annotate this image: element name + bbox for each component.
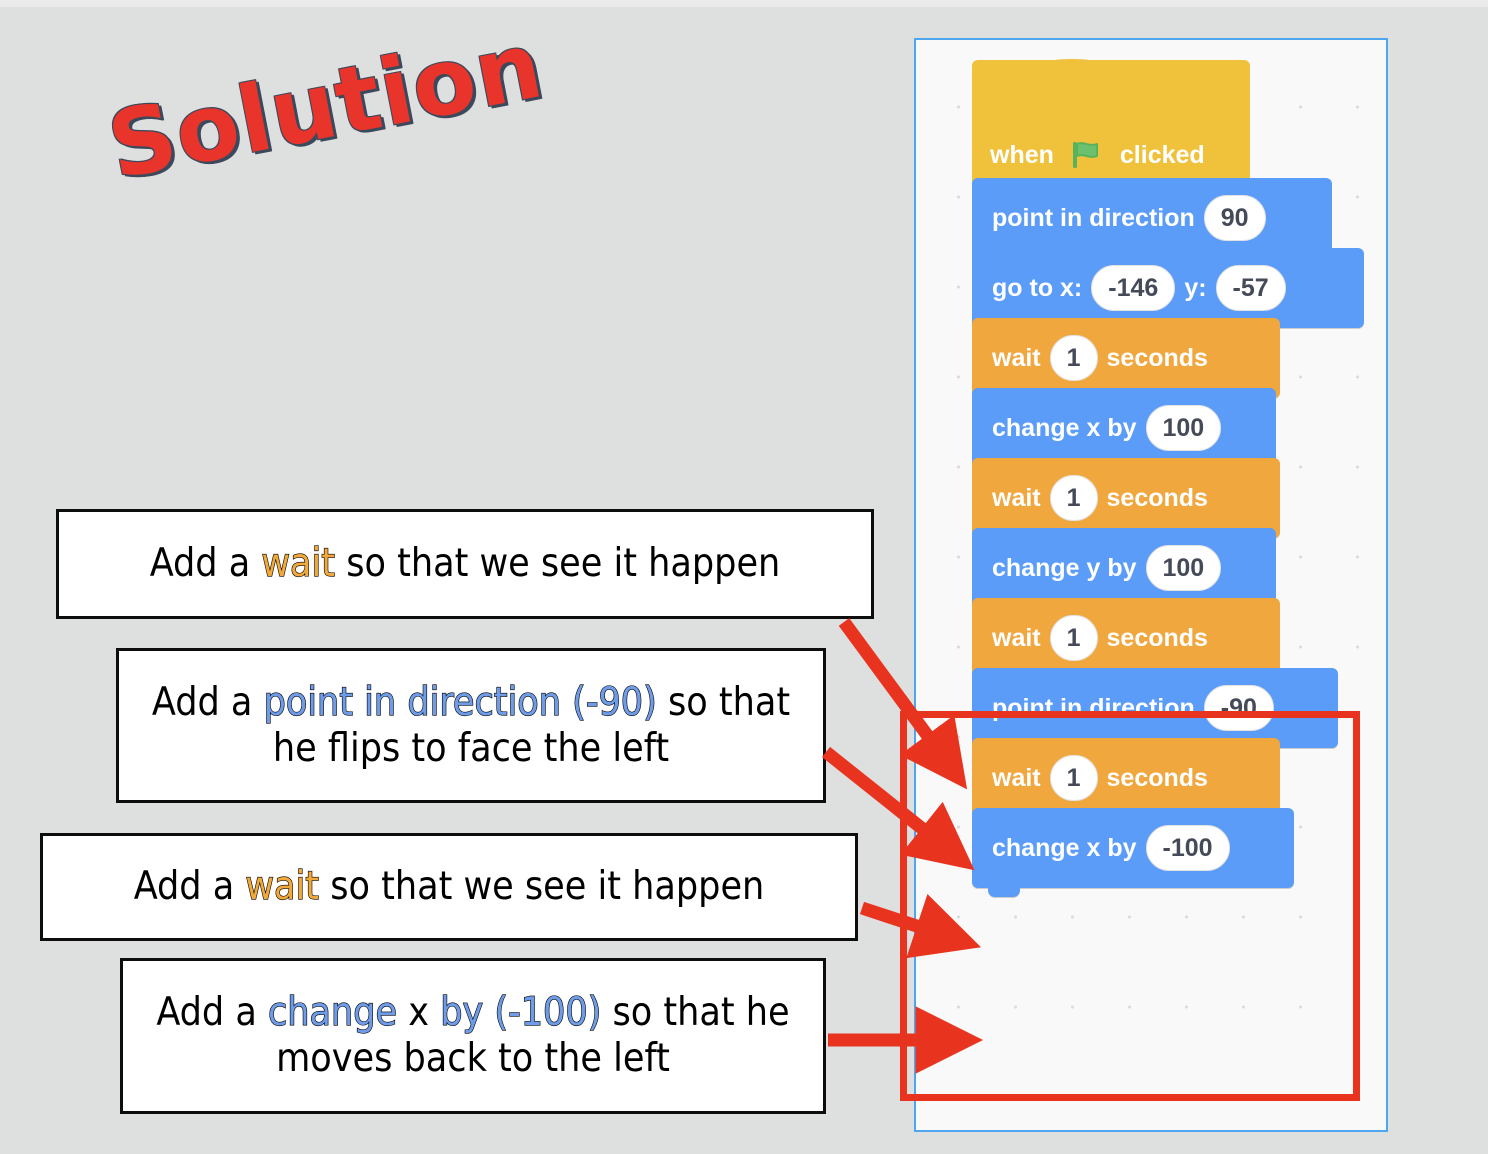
block-wait-1-a[interactable]: wait 1 seconds	[972, 318, 1280, 407]
wait-seconds-input[interactable]: 1	[1049, 615, 1098, 661]
block-label: change x by	[992, 413, 1137, 442]
block-label: wait	[992, 483, 1041, 512]
y-input[interactable]: -57	[1215, 265, 1286, 311]
block-label: wait	[992, 763, 1041, 792]
scratch-code-canvas[interactable]: when clicked point in direction 90 go to…	[914, 38, 1388, 1132]
callout-part-plain: so that we see it happen	[319, 864, 765, 910]
page-title: Solution	[100, 11, 552, 201]
callout-part-plain: so that we see it happen	[335, 541, 781, 587]
block-label-y: y:	[1184, 273, 1207, 302]
callout-text: Add a point in direction (-90) so that h…	[133, 679, 809, 771]
direction-input[interactable]: -90	[1203, 685, 1274, 731]
direction-input[interactable]: 90	[1203, 195, 1266, 241]
callout-text: Add a wait so that we see it happen	[150, 541, 781, 587]
callout-point-in-direction: Add a point in direction (-90) so that h…	[116, 648, 826, 803]
slide-canvas: Solution when clicked point in direction…	[0, 0, 1488, 1154]
block-when-flag-clicked[interactable]: when clicked	[972, 59, 1250, 197]
change-x-input[interactable]: 100	[1145, 405, 1222, 451]
block-label-seconds: seconds	[1106, 483, 1208, 512]
callout-text: Add a wait so that we see it happen	[134, 864, 765, 910]
callout-part-plain: Add a	[151, 679, 264, 725]
top-strip	[0, 0, 1488, 7]
green-flag-icon	[1070, 140, 1104, 170]
block-label: wait	[992, 623, 1041, 652]
wait-seconds-input[interactable]: 1	[1049, 335, 1098, 381]
script-stack[interactable]: when clicked point in direction 90 go to…	[972, 59, 1364, 897]
block-wait-1-c[interactable]: wait 1 seconds	[972, 598, 1280, 687]
block-label-clicked: clicked	[1119, 140, 1205, 169]
block-point-in-direction-neg90[interactable]: point in direction -90	[972, 668, 1338, 757]
block-label: go to x:	[992, 273, 1083, 302]
wait-seconds-input[interactable]: 1	[1049, 475, 1098, 521]
callout-keyword-wait: wait	[245, 864, 320, 910]
callout-part-plain: Add a	[133, 864, 246, 910]
block-label: change x by	[992, 833, 1137, 862]
block-change-x-by-100[interactable]: change x by 100	[972, 388, 1276, 477]
callout-keyword-point-in-direction: point in direction (-90)	[263, 679, 657, 725]
block-label: point in direction	[992, 203, 1195, 232]
block-label: change y by	[992, 553, 1137, 582]
callout-keyword-change: change	[267, 990, 398, 1036]
block-point-in-direction-90[interactable]: point in direction 90	[972, 178, 1332, 267]
block-label-when: when	[990, 140, 1054, 169]
block-wait-1-b[interactable]: wait 1 seconds	[972, 458, 1280, 547]
callout-keyword-by-value: by (-100)	[440, 990, 602, 1036]
hat-dome	[972, 59, 1172, 131]
callout-text: Add a change x by (-100) so that he move…	[137, 990, 809, 1081]
wait-seconds-input[interactable]: 1	[1049, 755, 1098, 801]
block-label-seconds: seconds	[1106, 763, 1208, 792]
callout-change-x-by: Add a change x by (-100) so that he move…	[120, 958, 826, 1114]
callout-part-plain: Add a	[156, 990, 268, 1036]
block-go-to-xy[interactable]: go to x: -146 y: -57	[972, 248, 1364, 337]
callout-part-plain: x	[397, 990, 441, 1036]
callout-wait-1: Add a wait so that we see it happen	[56, 509, 874, 619]
change-y-input[interactable]: 100	[1145, 545, 1222, 591]
x-input[interactable]: -146	[1091, 265, 1176, 311]
block-label: wait	[992, 343, 1041, 372]
change-x-input[interactable]: -100	[1145, 825, 1230, 871]
callout-keyword-wait: wait	[261, 541, 336, 587]
callout-wait-2: Add a wait so that we see it happen	[40, 833, 858, 941]
block-label-seconds: seconds	[1106, 623, 1208, 652]
block-wait-1-d[interactable]: wait 1 seconds	[972, 738, 1280, 827]
block-change-x-by-neg100[interactable]: change x by -100	[972, 808, 1294, 897]
block-change-y-by-100[interactable]: change y by 100	[972, 528, 1276, 617]
block-label: point in direction	[992, 693, 1195, 722]
block-label-seconds: seconds	[1106, 343, 1208, 372]
callout-part-plain: Add a	[149, 541, 262, 587]
